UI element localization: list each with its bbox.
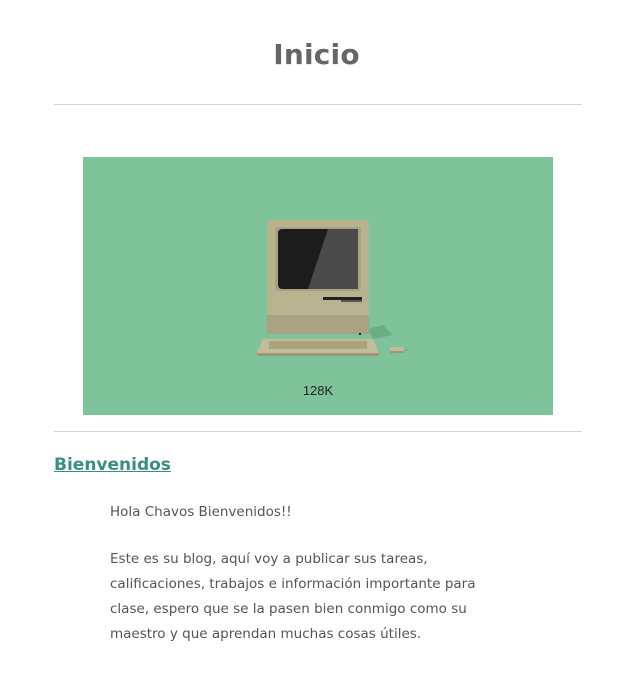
post-paragraph: Este es su blog, aquí voy a publicar sus… bbox=[110, 551, 476, 642]
macintosh-computer-icon bbox=[257, 220, 409, 356]
post-paragraph: Hola Chavos Bienvenidos!! bbox=[110, 504, 292, 520]
page-title: Inicio bbox=[273, 38, 360, 71]
hero-caption: 128K bbox=[302, 383, 334, 398]
post-body: Hola Chavos Bienvenidos!! Este es su blo… bbox=[110, 500, 510, 669]
post-title-link[interactable]: Bienvenidos bbox=[54, 455, 171, 475]
hero-image: 128K bbox=[83, 157, 553, 415]
divider-middle bbox=[54, 431, 582, 432]
divider-top bbox=[54, 104, 582, 105]
